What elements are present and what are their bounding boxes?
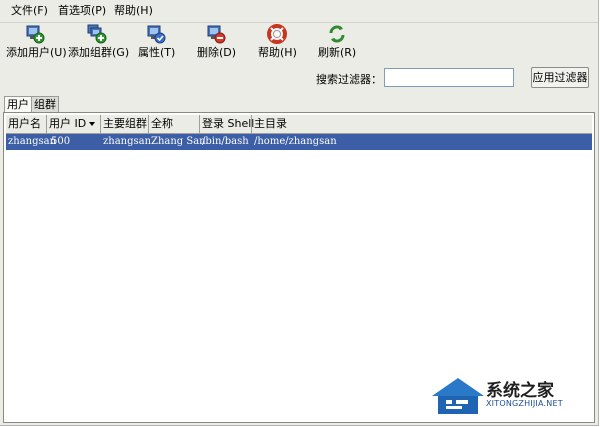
refresh-icon xyxy=(329,25,345,43)
column-header-login-shell[interactable]: 登录 Shell xyxy=(200,115,254,133)
watermark-subtitle: XITONGZHIJIA.NET xyxy=(486,399,563,408)
refresh-button[interactable]: 刷新(R) xyxy=(318,24,356,62)
refresh-label: 刷新(R) xyxy=(318,46,357,59)
properties-label: 属性(T) xyxy=(138,46,176,59)
apply-filter-button[interactable]: 应用过滤器 xyxy=(531,67,589,88)
cell-primary-group: zhangsan xyxy=(103,136,152,147)
add-user-button[interactable]: 添加用户(U) xyxy=(6,24,67,62)
search-filter-label: 搜索过滤器： xyxy=(316,73,382,86)
tab-users[interactable]: 用户 xyxy=(4,96,32,113)
help-button[interactable]: 帮助(H) xyxy=(258,24,297,62)
column-header-user-id[interactable]: 用户 ID xyxy=(47,115,101,133)
add-group-label: 添加组群(G) xyxy=(68,46,130,59)
column-header-primary-group[interactable]: 主要组群 xyxy=(101,115,149,133)
menu-file[interactable]: 文件(F) xyxy=(9,3,50,19)
add-group-button[interactable]: 添加组群(G) xyxy=(68,24,130,62)
cell-full-name: Zhang San xyxy=(151,136,206,147)
menu-preferences[interactable]: 首选项(P) xyxy=(56,3,108,19)
cell-login-shell: /bin/bash xyxy=(202,136,249,147)
delete-button[interactable]: 删除(D) xyxy=(197,24,237,62)
add-user-icon xyxy=(26,25,45,44)
column-header-home-directory[interactable]: 主目录 xyxy=(252,115,592,133)
properties-button[interactable]: 属性(T) xyxy=(138,24,176,62)
watermark-title: 系统之家 xyxy=(486,381,554,401)
cell-home-directory: /home/zhangsan xyxy=(254,136,337,147)
add-group-icon xyxy=(87,24,107,44)
user-manager-window: 文件(F) 首选项(P) 帮助(H) 添加用户(U) 添加组群(G) 属性(T)… xyxy=(0,0,599,426)
sort-down-icon xyxy=(89,122,96,126)
toolbar: 添加用户(U) 添加组群(G) 属性(T) 删除(D) 帮助(H) 刷新(R) xyxy=(0,23,598,63)
delete-icon xyxy=(207,25,226,44)
menu-help[interactable]: 帮助(H) xyxy=(112,3,155,19)
help-icon xyxy=(267,24,287,44)
column-header-full-name[interactable]: 全称 xyxy=(149,115,200,133)
tab-groups[interactable]: 组群 xyxy=(31,96,59,112)
delete-label: 删除(D) xyxy=(197,46,237,59)
add-user-label: 添加用户(U) xyxy=(6,46,67,59)
properties-icon xyxy=(147,25,166,44)
column-header-username[interactable]: 用户名 xyxy=(6,115,47,133)
help-label: 帮助(H) xyxy=(258,46,297,59)
table-row[interactable]: zhangsan 500 zhangsan Zhang San /bin/bas… xyxy=(6,134,592,150)
cell-user-id: 500 xyxy=(51,136,71,147)
menubar: 文件(F) 首选项(P) 帮助(H) xyxy=(0,0,598,23)
search-filter-input[interactable] xyxy=(384,68,514,87)
table-header: 用户名 用户 ID 主要组群 全称 登录 Shell 主目录 xyxy=(6,115,592,134)
